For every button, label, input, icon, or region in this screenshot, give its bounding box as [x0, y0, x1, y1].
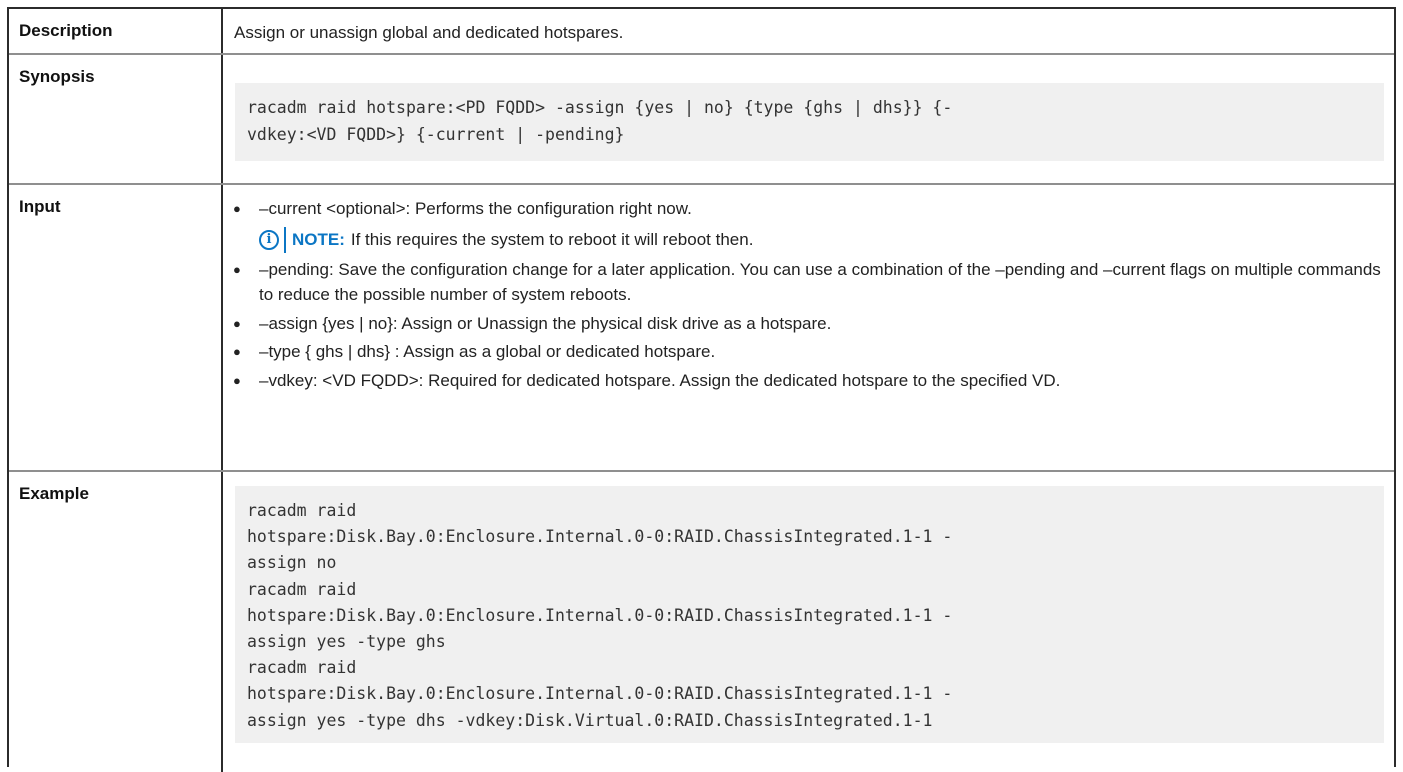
- list-item: ● –assign {yes | no}: Assign or Unassign…: [231, 311, 1386, 337]
- bullet-icon: ●: [233, 261, 241, 277]
- list-item-text: –vdkey: <VD FQDD>: Required for dedicate…: [259, 370, 1061, 390]
- example-label: Example: [19, 484, 89, 503]
- example-content-cell: racadm raid hotspare:Disk.Bay.0:Enclosur…: [225, 472, 1394, 772]
- synopsis-content-cell: racadm raid hotspare:<PD FQDD> -assign {…: [225, 55, 1394, 183]
- bullet-icon: ●: [233, 315, 241, 331]
- input-row: Input ● –current <optional>: Performs th…: [9, 185, 1394, 472]
- info-icon: i: [259, 229, 279, 250]
- synopsis-row: Synopsis racadm raid hotspare:<PD FQDD> …: [9, 55, 1394, 185]
- input-content-cell: ● –current <optional>: Performs the conf…: [225, 185, 1394, 470]
- note-divider: [284, 226, 286, 253]
- example-row: Example racadm raid hotspare:Disk.Bay.0:…: [9, 472, 1394, 772]
- example-label-cell: Example: [9, 472, 223, 772]
- list-item: ● –vdkey: <VD FQDD>: Required for dedica…: [231, 368, 1386, 394]
- list-item-text: –pending: Save the configuration change …: [259, 259, 1381, 305]
- list-item-text: –type { ghs | dhs} : Assign as a global …: [259, 342, 716, 361]
- note-label: NOTE:: [292, 229, 345, 249]
- synopsis-code-block: racadm raid hotspare:<PD FQDD> -assign {…: [235, 83, 1384, 161]
- list-item-text: –assign {yes | no}: Assign or Unassign t…: [259, 313, 832, 333]
- list-item: ● –current <optional>: Performs the conf…: [231, 196, 1386, 253]
- description-row: Description Assign or unassign global an…: [9, 9, 1394, 55]
- note-callout: i NOTE: If this requires the system to r…: [259, 226, 1386, 253]
- input-label: Input: [19, 197, 61, 216]
- bullet-icon: ●: [233, 201, 241, 216]
- description-label-cell: Description: [9, 9, 223, 53]
- description-text: Assign or unassign global and dedicated …: [234, 23, 624, 42]
- input-options-list: ● –current <optional>: Performs the conf…: [231, 196, 1386, 396]
- command-reference-table: Description Assign or unassign global an…: [7, 7, 1396, 772]
- synopsis-label-cell: Synopsis: [9, 55, 223, 183]
- example-code-block: racadm raid hotspare:Disk.Bay.0:Enclosur…: [235, 486, 1384, 743]
- list-item: ● –type { ghs | dhs} : Assign as a globa…: [231, 339, 1386, 365]
- bullet-icon: ●: [233, 344, 241, 359]
- bullet-icon: ●: [233, 372, 241, 388]
- input-label-cell: Input: [9, 185, 223, 470]
- description-content-cell: Assign or unassign global and dedicated …: [225, 9, 1394, 53]
- list-item-text: –current <optional>: Performs the config…: [259, 199, 692, 218]
- list-item: ● –pending: Save the configuration chang…: [231, 257, 1386, 308]
- synopsis-label: Synopsis: [19, 67, 95, 86]
- note-text: If this requires the system to reboot it…: [350, 229, 754, 249]
- description-label: Description: [19, 21, 113, 40]
